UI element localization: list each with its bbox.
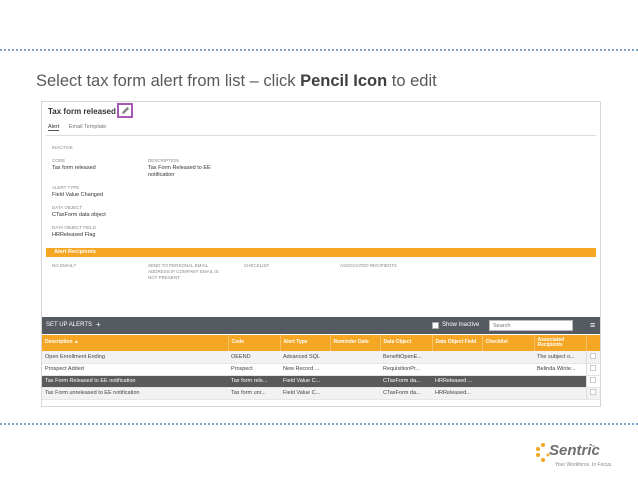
app-screenshot: Tax form released Alert Email Template I… [41,101,601,407]
send-personal-label-1: SEND TO PERSONAL EMAIL [148,263,209,268]
cell: Field Value C... [280,375,330,388]
row-checkbox[interactable] [589,389,596,395]
cell: Tax form unr... [228,387,280,400]
send-personal-label-2: ADDRESS IF COMPANY EMAIL IS [148,269,219,274]
cell [330,375,380,388]
cell: HRReleased... [432,387,482,400]
cell: CTaxForm da... [380,375,432,388]
cell: Prospect Added [42,363,228,376]
alert-type-value: Field Value Changed [52,192,103,198]
bottom-dotted-divider [0,423,638,425]
cell [534,375,586,388]
slide-title-bold: Pencil Icon [300,72,388,90]
col-actions [586,335,600,351]
table-header-row: Description ▲ Code Alert Type Reminder D… [42,335,600,351]
row-checkbox[interactable] [589,365,596,371]
cell: New Record ... [280,363,330,376]
alert-recipients-heading: Alert Recipients [54,249,96,255]
pencil-icon [121,106,129,115]
description-label: DESCRIPTION [148,158,179,163]
col-data-object-field[interactable]: Data Object Field [432,335,483,351]
menu-icon[interactable]: ≡ [590,320,595,330]
description-value-line2: notification [148,172,175,178]
slide-title-prefix: Select tax form alert from list – click [36,72,301,90]
cell: Tax Form unreleased to EE notification [42,387,228,400]
row-select-cell[interactable] [585,387,600,400]
row-checkbox[interactable] [589,352,596,359]
col-code[interactable]: Code [228,335,281,351]
no-email-label: NO EMAIL? [52,263,77,268]
cell [482,375,534,388]
add-alert-button[interactable]: + [96,320,101,329]
table-row-selected[interactable]: Tax Form Released to EE notification Tax… [42,375,600,388]
code-label: CODE [52,158,66,163]
search-input[interactable] [489,320,573,331]
alert-title: Tax form released [48,107,116,116]
edit-button[interactable] [117,103,133,118]
col-data-object[interactable]: Data Object [380,335,433,351]
cell [482,363,534,376]
cell [482,351,534,364]
cell: Prospect [228,363,280,376]
detail-tabs: Alert Email Template [48,124,114,131]
associated-recipients-label: ASSOCIATED RECIPIENTS [340,263,397,268]
alerts-table: Description ▲ Code Alert Type Reminder D… [42,335,600,400]
tabs-divider [46,135,596,136]
table-row[interactable]: Tax Form unreleased to EE notification T… [42,387,600,400]
row-select-cell[interactable] [585,363,600,376]
col-alert-type[interactable]: Alert Type [280,335,331,351]
checklist-label: CHECKLIST [244,263,270,268]
cell: HRReleased ... [432,375,482,388]
sentric-logo: Sentric ™ Your Workforce. In Focus. [535,442,635,474]
cell [330,363,380,376]
top-dotted-divider [0,49,638,51]
cell: The subject o... [534,351,586,364]
row-select-cell[interactable] [585,375,600,388]
show-inactive-checkbox[interactable] [432,322,439,329]
cell [482,387,534,400]
cell [330,351,380,364]
cell: Open Enrollment Ending [42,351,228,364]
col-checklist[interactable]: Checklist [482,335,535,351]
tab-email-template[interactable]: Email Template [69,124,107,130]
setup-alerts-toolbar: SET UP ALERTS + Show Inactive ≡ [42,317,600,334]
data-object-value: CTaxForm data object [52,212,106,218]
cell: Tax form rele... [228,375,280,388]
description-value-line1: Tax Form Released to EE [148,165,211,171]
alert-type-label: ALERT TYPE [52,185,80,190]
tab-alert[interactable]: Alert [48,124,60,131]
send-personal-label-3: NOT PRESENT [148,275,180,280]
cell: OEEND [228,351,280,364]
logo-tagline: Your Workforce. In Focus. [555,462,613,468]
cell: Field Value C... [280,387,330,400]
data-object-field-label: DATA OBJECT FIELD [52,225,97,230]
inactive-label: INACTIVE [52,145,73,150]
row-select-cell[interactable] [585,351,600,364]
cell: Belinda Winte... [534,363,586,376]
table-row[interactable]: Prospect Added Prospect New Record ... R… [42,363,600,376]
data-object-field-value: HRReleased Flag [52,232,96,238]
row-checkbox[interactable] [589,377,596,383]
show-inactive-label: Show Inactive [442,322,480,328]
slide-title: Select tax form alert from list – click … [36,72,437,91]
col-description[interactable]: Description ▲ [42,335,229,351]
cell [534,387,586,400]
cell: Tax Form Released to EE notification [42,375,228,388]
slide-title-suffix: to edit [387,72,437,90]
cell [432,351,482,364]
alert-recipients-band: Alert Recipients [46,248,596,257]
cell: RequisitionPr... [380,363,432,376]
cell: Advanced SQL [280,351,330,364]
col-reminder-date[interactable]: Reminder Date [330,335,381,351]
cell [432,363,482,376]
setup-alerts-label: SET UP ALERTS [46,322,93,328]
cell: BenefitOpenE... [380,351,432,364]
logo-tm: ™ [591,444,595,449]
cell [330,387,380,400]
table-row[interactable]: Open Enrollment Ending OEEND Advanced SQ… [42,351,600,364]
cell: CTaxForm da... [380,387,432,400]
code-value: Tax form released [52,165,96,171]
data-object-label: DATA OBJECT [52,205,83,210]
col-associated-recipients[interactable]: Associated Recipients [534,335,587,351]
